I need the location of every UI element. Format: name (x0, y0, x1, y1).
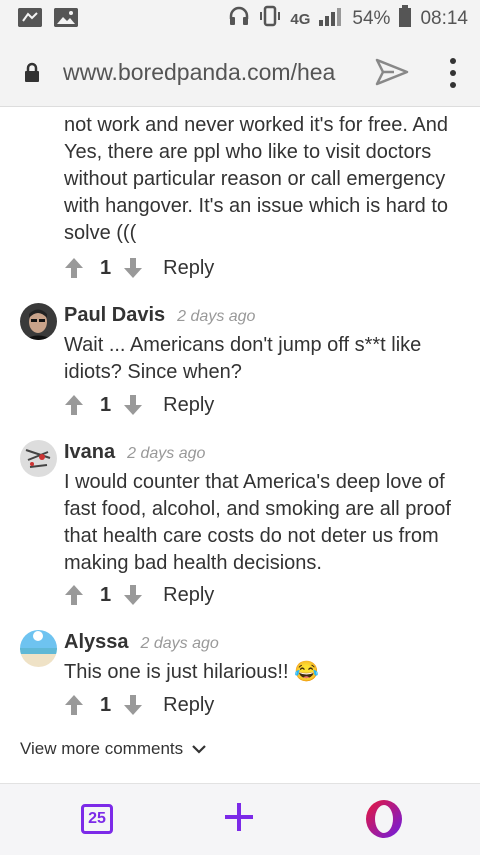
downvote-icon[interactable] (123, 257, 143, 279)
comment-header: Paul Davis 2 days ago (64, 304, 255, 327)
author-name[interactable]: Alyssa (64, 631, 129, 653)
opera-logo-icon[interactable] (364, 799, 404, 839)
upvote-icon[interactable] (64, 394, 84, 416)
comment-header: Ivana 2 days ago (64, 441, 205, 464)
comment-actions: 1 Reply (64, 582, 214, 608)
send-icon[interactable] (374, 56, 410, 93)
upvote-icon[interactable] (64, 694, 84, 716)
avatar[interactable] (20, 630, 57, 667)
vote-count: 1 (100, 583, 112, 606)
avatar[interactable] (20, 440, 57, 477)
downvote-icon[interactable] (123, 584, 143, 606)
comment-text-partial: not work and never worked it's for free.… (64, 114, 449, 244)
clock: 08:14 (420, 8, 468, 29)
url-field[interactable]: www.boredpanda.com/hea (63, 59, 355, 86)
comment-header: Alyssa 2 days ago (64, 631, 219, 654)
comment-text: This one is just hilarious!! 😂 (64, 661, 319, 683)
tabs-button[interactable]: 25 (81, 804, 113, 834)
reply-button[interactable]: Reply (163, 694, 214, 717)
downvote-icon[interactable] (123, 394, 143, 416)
menu-icon[interactable] (446, 58, 460, 94)
comment-text: I would counter that America's deep love… (64, 471, 451, 574)
headset-icon (228, 5, 250, 33)
reply-button[interactable]: Reply (163, 584, 214, 607)
signal-icon (318, 6, 344, 32)
battery-icon (398, 5, 412, 33)
lock-icon (24, 62, 40, 82)
address-bar: www.boredpanda.com/hea (0, 38, 480, 107)
downvote-icon[interactable] (123, 694, 143, 716)
reply-button[interactable]: Reply (163, 394, 214, 417)
comment-text: Wait ... Americans don't jump off s**t l… (64, 334, 422, 383)
new-tab-icon[interactable] (223, 801, 255, 833)
battery-percent: 54% (352, 8, 391, 29)
upvote-icon[interactable] (64, 257, 84, 279)
comment-actions: 1 Reply (64, 392, 214, 418)
timestamp: 2 days ago (177, 308, 256, 325)
status-bar: 4G 54% 08:14 (0, 0, 480, 38)
comments-section: not work and never worked it's for free.… (0, 107, 480, 783)
bottom-navigation-bar: 25 (0, 783, 480, 855)
view-more-comments-button[interactable]: View more comments (20, 739, 207, 759)
chevron-down-icon (191, 739, 207, 759)
comment-actions: 1 Reply (64, 255, 214, 281)
vote-count: 1 (100, 693, 112, 716)
timestamp: 2 days ago (127, 445, 206, 462)
vibrate-icon (258, 5, 282, 33)
view-more-label: View more comments (20, 739, 184, 758)
author-name[interactable]: Paul Davis (64, 304, 165, 326)
upvote-icon[interactable] (64, 584, 84, 606)
reply-button[interactable]: Reply (163, 257, 214, 280)
author-name[interactable]: Ivana (64, 441, 115, 463)
notification-icon (18, 8, 42, 27)
vote-count: 1 (100, 393, 112, 416)
comment-actions: 1 Reply (64, 692, 214, 718)
timestamp: 2 days ago (140, 635, 219, 652)
vote-count: 1 (100, 256, 112, 279)
gallery-icon (54, 8, 78, 27)
avatar[interactable] (20, 303, 57, 340)
network-type: 4G (290, 10, 311, 28)
